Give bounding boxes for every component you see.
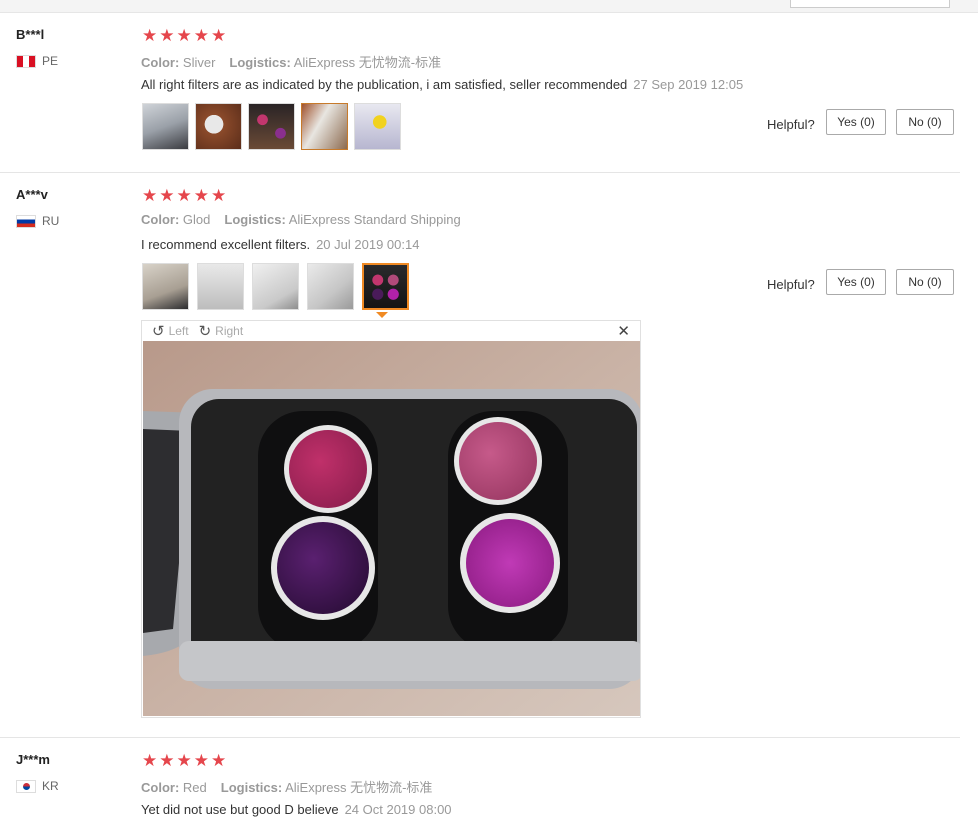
- country-code: PE: [42, 54, 59, 68]
- close-icon[interactable]: ✕: [617, 322, 630, 340]
- helpful-no-button[interactable]: No (0): [896, 269, 954, 295]
- review-photo-large: [143, 341, 640, 716]
- flag-pe-icon: [16, 54, 36, 68]
- review-thumbnails: [142, 263, 409, 310]
- review-photo-thumbnail[interactable]: [252, 263, 299, 310]
- review-body: Yet did not use but good D believe: [141, 802, 339, 817]
- star-icon: ★: [176, 186, 192, 205]
- rotate-right-button[interactable]: Right: [215, 324, 243, 338]
- logistics-label: Logistics:: [220, 780, 283, 795]
- star-icon: ★: [193, 26, 209, 45]
- star-icon: ★: [176, 26, 192, 45]
- viewer-toolbar: ↺ Left ↻ Right: [142, 321, 640, 341]
- helpful-no-button[interactable]: No (0): [896, 109, 954, 135]
- review-photo-thumbnail-active[interactable]: [362, 263, 409, 310]
- logistics-value: AliExpress 无忧物流-标准: [285, 780, 433, 795]
- logistics-value: AliExpress 无忧物流-标准: [293, 55, 442, 70]
- star-rating: ★ ★ ★ ★ ★: [142, 752, 226, 769]
- sort-select[interactable]: [790, 0, 950, 8]
- helpful-yes-button[interactable]: Yes (0): [826, 109, 886, 135]
- logistics-label: Logistics:: [229, 55, 291, 70]
- star-icon: ★: [159, 186, 175, 205]
- helpful-label: Helpful?: [767, 277, 815, 292]
- review-photo-thumbnail[interactable]: [195, 103, 242, 150]
- logistics-value: AliExpress Standard Shipping: [288, 212, 461, 227]
- reviewer-name: B***l: [16, 27, 45, 42]
- review-photo-thumbnail[interactable]: [248, 103, 295, 150]
- photo-viewer: ↺ Left ↻ Right ✕: [141, 320, 641, 718]
- reviewer-name: A***v: [16, 187, 48, 202]
- review-photo-thumbnail[interactable]: [301, 103, 348, 150]
- review-text: Yet did not use but good D believe 24 Oct…: [141, 802, 452, 817]
- active-thumbnail-pointer: [376, 312, 388, 318]
- color-value: Sliver: [182, 55, 216, 70]
- review-date: 24 Oct 2019 08:00: [344, 802, 452, 817]
- star-icon: ★: [142, 186, 158, 205]
- review-meta: Color: Sliver Logistics: AliExpress 无忧物流-…: [141, 52, 441, 71]
- color-value: Red: [182, 780, 207, 795]
- star-icon: ★: [142, 26, 158, 45]
- review-text: All right filters are as indicated by th…: [141, 77, 743, 92]
- rotate-left-icon[interactable]: ↺: [152, 322, 165, 340]
- star-icon: ★: [211, 186, 227, 205]
- star-rating: ★ ★ ★ ★ ★: [142, 187, 226, 204]
- review-photo-thumbnail[interactable]: [142, 103, 189, 150]
- review-thumbnails: [142, 103, 401, 150]
- review-photo-thumbnail[interactable]: [307, 263, 354, 310]
- color-label: Color:: [141, 780, 180, 795]
- reviewer-country: PE: [16, 54, 58, 68]
- country-code: KR: [42, 779, 59, 793]
- color-value: Glod: [182, 212, 211, 227]
- top-bar: [0, 0, 978, 13]
- rotate-left-button[interactable]: Left: [169, 324, 189, 338]
- star-icon: ★: [211, 26, 227, 45]
- review-photo-thumbnail[interactable]: [142, 263, 189, 310]
- star-icon: ★: [159, 751, 175, 770]
- review-photo-thumbnail[interactable]: [197, 263, 244, 310]
- review-date: 20 Jul 2019 00:14: [316, 237, 420, 252]
- star-icon: ★: [142, 751, 158, 770]
- review-meta: Color: Red Logistics: AliExpress 无忧物流-标准: [141, 777, 432, 796]
- flag-ru-icon: [16, 214, 36, 228]
- color-label: Color:: [141, 55, 180, 70]
- logistics-label: Logistics:: [224, 212, 286, 227]
- review-text: I recommend excellent filters. 20 Jul 201…: [141, 237, 419, 252]
- flag-kr-icon: [16, 779, 36, 793]
- review-divider: [0, 737, 960, 738]
- star-icon: ★: [176, 751, 192, 770]
- reviewer-name: J***m: [16, 752, 50, 767]
- helpful-label: Helpful?: [767, 117, 815, 132]
- reviewer-country: KR: [16, 779, 59, 793]
- review-photo-thumbnail[interactable]: [354, 103, 401, 150]
- star-icon: ★: [211, 751, 227, 770]
- review-body: All right filters are as indicated by th…: [141, 77, 628, 92]
- star-icon: ★: [159, 26, 175, 45]
- review-date: 27 Sep 2019 12:05: [633, 77, 744, 92]
- helpful-yes-button[interactable]: Yes (0): [826, 269, 886, 295]
- star-icon: ★: [193, 186, 209, 205]
- review-meta: Color: Glod Logistics: AliExpress Standar…: [141, 212, 461, 227]
- country-code: RU: [42, 214, 60, 228]
- review-divider: [0, 172, 960, 173]
- rotate-right-icon[interactable]: ↻: [199, 322, 212, 340]
- star-rating: ★ ★ ★ ★ ★: [142, 27, 226, 44]
- color-label: Color:: [141, 212, 180, 227]
- reviewer-country: RU: [16, 214, 59, 228]
- star-icon: ★: [193, 751, 209, 770]
- review-body: I recommend excellent filters.: [141, 237, 311, 252]
